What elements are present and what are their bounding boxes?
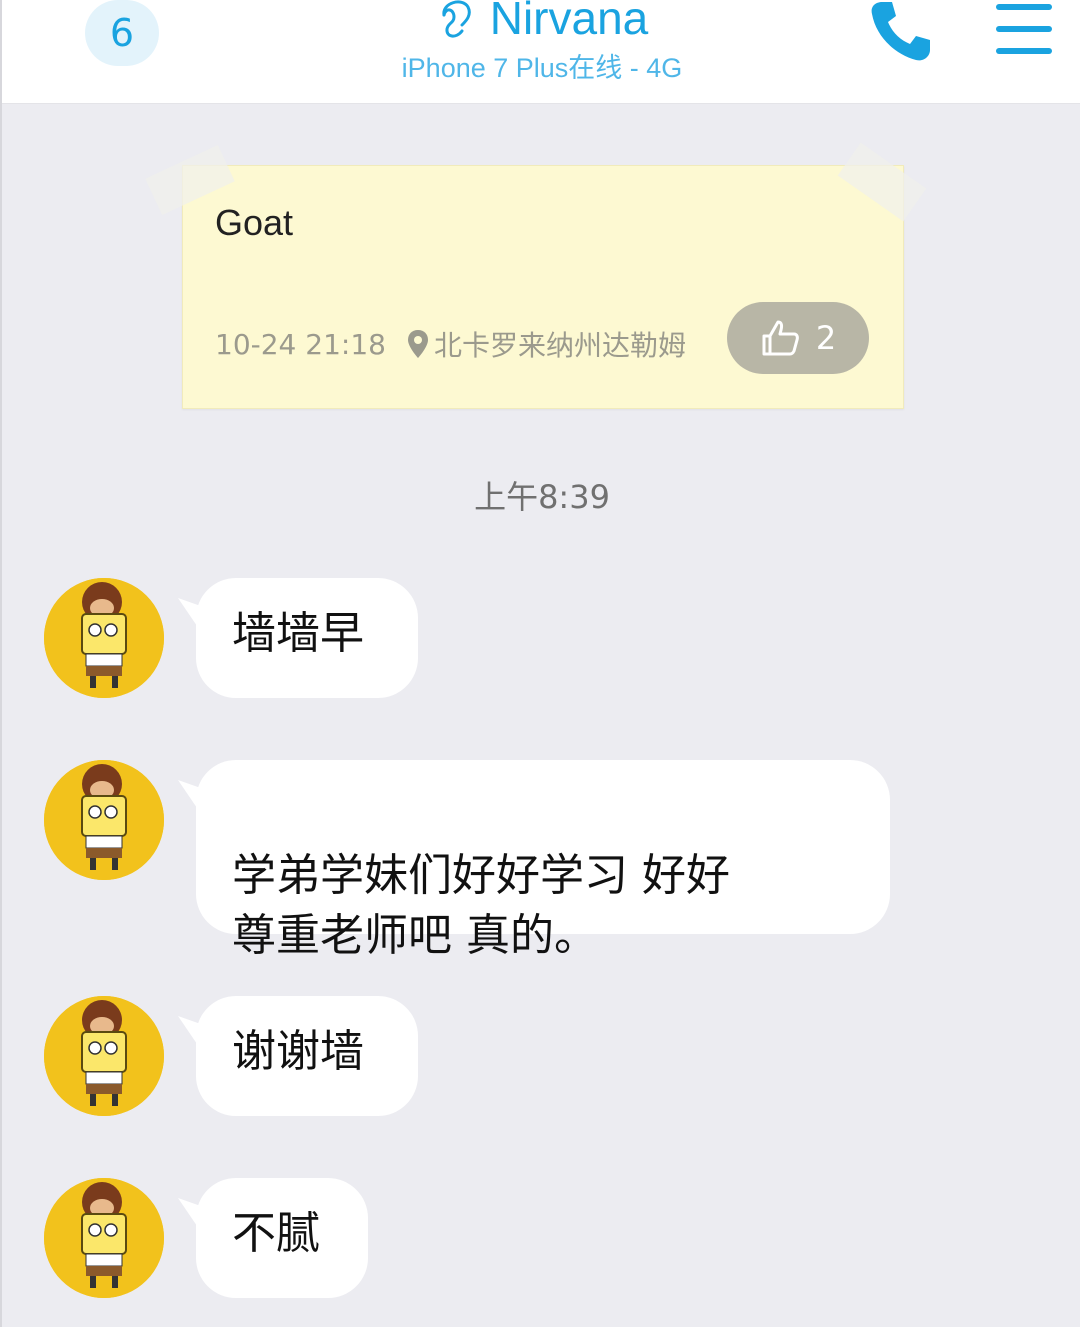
- avatar[interactable]: [44, 578, 164, 698]
- message-bubble[interactable]: 学弟学妹们好好学习 好好 尊重老师吧 真的。: [196, 760, 890, 961]
- note-meta: 10-24 21:18 北卡罗来纳州达勒姆: [215, 324, 686, 364]
- message-text: 墙墙早: [232, 608, 364, 659]
- chat-title-area[interactable]: Nirvana: [382, 0, 702, 48]
- chat-header: 6 Nirvana iPhone 7 Plus在线 - 4G: [2, 0, 1080, 104]
- contact-name: Nirvana: [489, 0, 649, 44]
- avatar[interactable]: [44, 760, 164, 880]
- message-text: 谢谢墙: [232, 1026, 364, 1077]
- contact-status: iPhone 7 Plus在线 - 4G: [401, 53, 683, 83]
- ear-icon: [442, 0, 471, 38]
- like-count: 2: [815, 319, 837, 357]
- note-location-text: 北卡罗来纳州达勒姆: [433, 329, 686, 362]
- like-button[interactable]: 2: [727, 302, 869, 374]
- message-bubble[interactable]: 不腻: [196, 1178, 368, 1298]
- time-divider: 上午8:39: [474, 478, 610, 516]
- wall-note-card[interactable]: Goat 10-24 21:18 北卡罗来纳州达勒姆 2: [182, 165, 904, 409]
- avatar[interactable]: [44, 1178, 164, 1298]
- spongebob-avatar-icon: [44, 996, 164, 1116]
- message-bubble[interactable]: 谢谢墙: [196, 996, 418, 1116]
- menu-icon[interactable]: [996, 4, 1052, 54]
- message-text: 学弟学妹们好好学习 好好 尊重老师吧 真的。: [232, 850, 730, 961]
- location-pin-icon: [407, 330, 428, 358]
- message-bubble[interactable]: 墙墙早: [196, 578, 418, 698]
- message-text: 不腻: [232, 1208, 320, 1259]
- thumbs-up-icon: [762, 320, 799, 356]
- note-location: 北卡罗来纳州达勒姆: [407, 324, 686, 364]
- unread-count-badge[interactable]: 6: [85, 0, 159, 66]
- note-date: 10-24 21:18: [215, 327, 386, 361]
- note-text: Goat: [215, 202, 294, 243]
- spongebob-avatar-icon: [44, 578, 164, 698]
- spongebob-avatar-icon: [44, 760, 164, 880]
- phone-icon[interactable]: [868, 0, 938, 64]
- avatar[interactable]: [44, 996, 164, 1116]
- spongebob-avatar-icon: [44, 1178, 164, 1298]
